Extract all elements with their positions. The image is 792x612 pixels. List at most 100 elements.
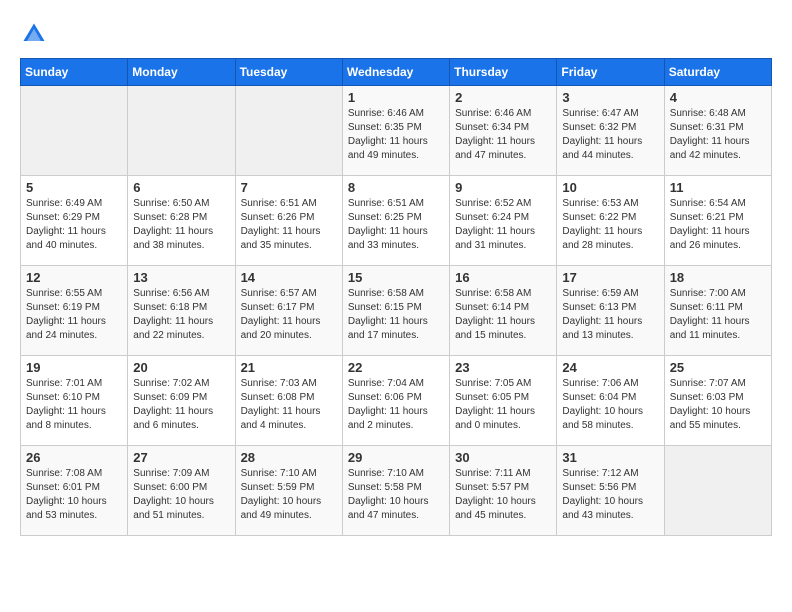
- day-of-week-header: Sunday: [21, 59, 128, 86]
- calendar-cell: 13 Sunrise: 6:56 AM Sunset: 6:18 PM Dayli…: [128, 266, 235, 356]
- day-of-week-header: Saturday: [664, 59, 771, 86]
- calendar-cell: [235, 86, 342, 176]
- calendar-cell: 22 Sunrise: 7:04 AM Sunset: 6:06 PM Dayli…: [342, 356, 449, 446]
- calendar-cell: 27Sunrise: 7:09 AM Sunset: 6:00 PM Dayli…: [128, 446, 235, 536]
- day-info: Sunrise: 6:58 AM Sunset: 6:14 PM Dayligh…: [455, 287, 551, 343]
- calendar-cell: 1 Sunrise: 6:46 AM Sunset: 6:35 PM Daylig…: [342, 86, 449, 176]
- day-number: 7: [241, 180, 337, 195]
- day-info: Sunrise: 6:46 AM Sunset: 6:34 PM Dayligh…: [455, 107, 551, 163]
- calendar-header-row: SundayMondayTuesdayWednesdayThursdayFrid…: [21, 59, 772, 86]
- day-number: 18: [670, 270, 766, 285]
- calendar-cell: 7 Sunrise: 6:51 AM Sunset: 6:26 PM Daylig…: [235, 176, 342, 266]
- day-number: 14: [241, 270, 337, 285]
- day-info: Sunrise: 6:52 AM Sunset: 6:24 PM Dayligh…: [455, 197, 551, 253]
- calendar-cell: [664, 446, 771, 536]
- logo: [20, 20, 54, 48]
- day-info: Sunrise: 7:11 AM Sunset: 5:57 PM Dayligh…: [455, 467, 551, 523]
- day-of-week-header: Friday: [557, 59, 664, 86]
- calendar-cell: 25Sunrise: 7:07 AM Sunset: 6:03 PM Dayli…: [664, 356, 771, 446]
- day-number: 19: [26, 360, 122, 375]
- day-number: 6: [133, 180, 229, 195]
- calendar-cell: 28Sunrise: 7:10 AM Sunset: 5:59 PM Dayli…: [235, 446, 342, 536]
- day-number: 3: [562, 90, 658, 105]
- calendar-cell: 14 Sunrise: 6:57 AM Sunset: 6:17 PM Dayli…: [235, 266, 342, 356]
- day-info: Sunrise: 6:51 AM Sunset: 6:25 PM Dayligh…: [348, 197, 444, 253]
- logo-icon: [20, 20, 48, 48]
- calendar-cell: 8 Sunrise: 6:51 AM Sunset: 6:25 PM Daylig…: [342, 176, 449, 266]
- day-info: Sunrise: 7:04 AM Sunset: 6:06 PM Dayligh…: [348, 377, 444, 433]
- day-number: 4: [670, 90, 766, 105]
- calendar-cell: 20 Sunrise: 7:02 AM Sunset: 6:09 PM Dayli…: [128, 356, 235, 446]
- calendar-cell: [128, 86, 235, 176]
- calendar-cell: 18 Sunrise: 7:00 AM Sunset: 6:11 PM Dayli…: [664, 266, 771, 356]
- day-info: Sunrise: 7:05 AM Sunset: 6:05 PM Dayligh…: [455, 377, 551, 433]
- day-number: 17: [562, 270, 658, 285]
- calendar-cell: [21, 86, 128, 176]
- calendar-week-row: 1 Sunrise: 6:46 AM Sunset: 6:35 PM Daylig…: [21, 86, 772, 176]
- day-number: 29: [348, 450, 444, 465]
- day-info: Sunrise: 7:03 AM Sunset: 6:08 PM Dayligh…: [241, 377, 337, 433]
- day-info: Sunrise: 6:51 AM Sunset: 6:26 PM Dayligh…: [241, 197, 337, 253]
- day-number: 22: [348, 360, 444, 375]
- day-info: Sunrise: 6:46 AM Sunset: 6:35 PM Dayligh…: [348, 107, 444, 163]
- calendar-cell: 2 Sunrise: 6:46 AM Sunset: 6:34 PM Daylig…: [450, 86, 557, 176]
- calendar-week-row: 26 Sunrise: 7:08 AM Sunset: 6:01 PM Dayli…: [21, 446, 772, 536]
- day-number: 25: [670, 360, 766, 375]
- calendar-cell: 12Sunrise: 6:55 AM Sunset: 6:19 PM Dayli…: [21, 266, 128, 356]
- day-number: 20: [133, 360, 229, 375]
- day-info: Sunrise: 6:57 AM Sunset: 6:17 PM Dayligh…: [241, 287, 337, 343]
- calendar-cell: 3 Sunrise: 6:47 AM Sunset: 6:32 PM Daylig…: [557, 86, 664, 176]
- day-number: 2: [455, 90, 551, 105]
- calendar-week-row: 19 Sunrise: 7:01 AM Sunset: 6:10 PM Dayli…: [21, 356, 772, 446]
- calendar-cell: 10 Sunrise: 6:53 AM Sunset: 6:22 PM Dayli…: [557, 176, 664, 266]
- day-number: 1: [348, 90, 444, 105]
- day-number: 24: [562, 360, 658, 375]
- day-number: 31: [562, 450, 658, 465]
- day-info: Sunrise: 7:09 AM Sunset: 6:00 PM Dayligh…: [133, 467, 229, 523]
- day-info: Sunrise: 7:02 AM Sunset: 6:09 PM Dayligh…: [133, 377, 229, 433]
- day-number: 15: [348, 270, 444, 285]
- calendar-cell: 30 Sunrise: 7:11 AM Sunset: 5:57 PM Dayli…: [450, 446, 557, 536]
- day-info: Sunrise: 6:58 AM Sunset: 6:15 PM Dayligh…: [348, 287, 444, 343]
- day-number: 12: [26, 270, 122, 285]
- day-number: 30: [455, 450, 551, 465]
- day-info: Sunrise: 7:10 AM Sunset: 5:58 PM Dayligh…: [348, 467, 444, 523]
- day-info: Sunrise: 7:00 AM Sunset: 6:11 PM Dayligh…: [670, 287, 766, 343]
- calendar-cell: 31 Sunrise: 7:12 AM Sunset: 5:56 PM Dayli…: [557, 446, 664, 536]
- day-info: Sunrise: 7:12 AM Sunset: 5:56 PM Dayligh…: [562, 467, 658, 523]
- calendar-cell: 23 Sunrise: 7:05 AM Sunset: 6:05 PM Dayli…: [450, 356, 557, 446]
- day-of-week-header: Tuesday: [235, 59, 342, 86]
- page-header: [20, 20, 772, 48]
- calendar-cell: 6 Sunrise: 6:50 AM Sunset: 6:28 PM Daylig…: [128, 176, 235, 266]
- day-info: Sunrise: 7:10 AM Sunset: 5:59 PM Dayligh…: [241, 467, 337, 523]
- day-info: Sunrise: 6:56 AM Sunset: 6:18 PM Dayligh…: [133, 287, 229, 343]
- calendar-cell: 4Sunrise: 6:48 AM Sunset: 6:31 PM Daylig…: [664, 86, 771, 176]
- day-info: Sunrise: 7:01 AM Sunset: 6:10 PM Dayligh…: [26, 377, 122, 433]
- day-number: 9: [455, 180, 551, 195]
- day-info: Sunrise: 7:06 AM Sunset: 6:04 PM Dayligh…: [562, 377, 658, 433]
- calendar-table: SundayMondayTuesdayWednesdayThursdayFrid…: [20, 58, 772, 536]
- calendar-cell: 19 Sunrise: 7:01 AM Sunset: 6:10 PM Dayli…: [21, 356, 128, 446]
- calendar-cell: 24 Sunrise: 7:06 AM Sunset: 6:04 PM Dayli…: [557, 356, 664, 446]
- calendar-cell: 16Sunrise: 6:58 AM Sunset: 6:14 PM Dayli…: [450, 266, 557, 356]
- calendar-cell: 11Sunrise: 6:54 AM Sunset: 6:21 PM Dayli…: [664, 176, 771, 266]
- day-info: Sunrise: 6:59 AM Sunset: 6:13 PM Dayligh…: [562, 287, 658, 343]
- day-number: 23: [455, 360, 551, 375]
- day-number: 26: [26, 450, 122, 465]
- day-number: 13: [133, 270, 229, 285]
- day-info: Sunrise: 6:50 AM Sunset: 6:28 PM Dayligh…: [133, 197, 229, 253]
- calendar-cell: 17 Sunrise: 6:59 AM Sunset: 6:13 PM Dayli…: [557, 266, 664, 356]
- calendar-cell: 5Sunrise: 6:49 AM Sunset: 6:29 PM Daylig…: [21, 176, 128, 266]
- calendar-cell: 21 Sunrise: 7:03 AM Sunset: 6:08 PM Dayli…: [235, 356, 342, 446]
- calendar-cell: 9 Sunrise: 6:52 AM Sunset: 6:24 PM Daylig…: [450, 176, 557, 266]
- day-info: Sunrise: 6:53 AM Sunset: 6:22 PM Dayligh…: [562, 197, 658, 253]
- day-info: Sunrise: 6:47 AM Sunset: 6:32 PM Dayligh…: [562, 107, 658, 163]
- day-number: 21: [241, 360, 337, 375]
- day-number: 8: [348, 180, 444, 195]
- calendar-cell: 15 Sunrise: 6:58 AM Sunset: 6:15 PM Dayli…: [342, 266, 449, 356]
- day-info: Sunrise: 7:08 AM Sunset: 6:01 PM Dayligh…: [26, 467, 122, 523]
- day-info: Sunrise: 6:49 AM Sunset: 6:29 PM Dayligh…: [26, 197, 122, 253]
- calendar-cell: 26 Sunrise: 7:08 AM Sunset: 6:01 PM Dayli…: [21, 446, 128, 536]
- day-of-week-header: Monday: [128, 59, 235, 86]
- day-number: 10: [562, 180, 658, 195]
